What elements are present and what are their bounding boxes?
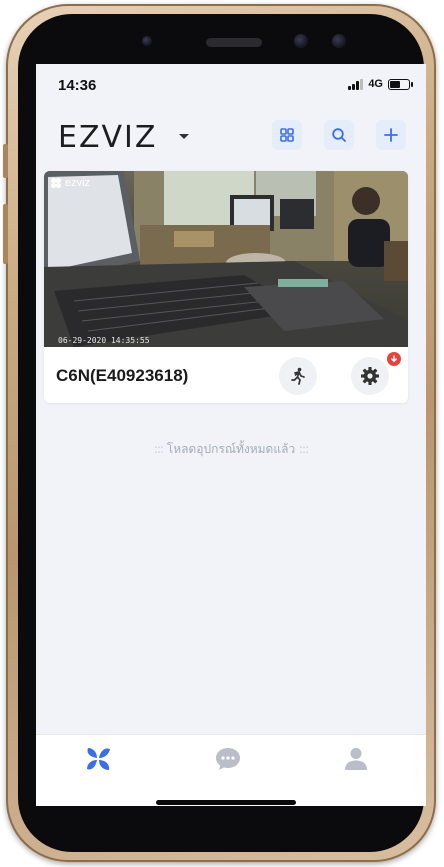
side-button	[3, 144, 8, 178]
signal-icon	[348, 78, 364, 90]
motion-detect-button[interactable]	[279, 357, 317, 395]
ezviz-brand-icon	[50, 177, 62, 189]
tab-messages[interactable]	[208, 743, 248, 775]
decor-dots: :::	[153, 442, 164, 456]
search-icon	[332, 128, 346, 142]
front-sensor	[142, 36, 152, 46]
message-bubble-icon	[216, 748, 240, 770]
status-icons: 4G	[348, 78, 413, 90]
grid-view-icon	[280, 128, 294, 142]
ezviz-logo[interactable]: EZVIZ	[58, 120, 157, 155]
camera-snapshot-image	[44, 171, 408, 347]
grid-view-button[interactable]	[272, 120, 302, 150]
device-settings-button[interactable]	[351, 357, 389, 395]
camera-preview[interactable]: ezviz 06-29-2020 14:35:55	[44, 171, 408, 347]
add-device-button[interactable]	[376, 120, 406, 150]
bottom-tab-bar	[36, 734, 426, 806]
settings-gear-icon	[361, 367, 379, 385]
user-profile-icon	[345, 748, 367, 770]
all-devices-loaded-text: โหลดอุปกรณ์ทั้งหมดแล้ว	[166, 442, 296, 456]
status-bar: 14:36 4G	[36, 64, 426, 104]
front-camera	[294, 34, 308, 48]
side-button	[3, 204, 8, 264]
device-card[interactable]: ezviz 06-29-2020 14:35:55 C6N(E40923618)	[44, 171, 408, 403]
tab-profile[interactable]	[336, 743, 376, 775]
status-time: 14:36	[58, 77, 97, 94]
tab-home[interactable]	[78, 743, 118, 775]
preview-watermark: ezviz	[50, 177, 90, 189]
chevron-down-icon[interactable]	[179, 134, 189, 139]
preview-watermark-text: ezviz	[65, 177, 91, 189]
add-icon	[384, 128, 398, 142]
network-type: 4G	[368, 78, 383, 90]
all-devices-loaded-note: ::: โหลดอุปกรณ์ทั้งหมดแล้ว :::	[36, 440, 426, 459]
preview-timestamp: 06-29-2020 14:35:55	[58, 336, 150, 345]
decor-dots: :::	[299, 442, 309, 456]
home-indicator[interactable]	[156, 800, 296, 805]
arrow-down-icon	[391, 355, 397, 363]
update-available-badge	[387, 352, 401, 366]
search-button[interactable]	[324, 120, 354, 150]
battery-icon	[388, 78, 413, 90]
earpiece-speaker	[206, 38, 262, 47]
motion-detect-icon	[291, 367, 305, 385]
app-screen: 14:36 4G EZVIZ ezviz 06-29-2020 14:35:55…	[36, 64, 426, 806]
device-name[interactable]: C6N(E40923618)	[56, 366, 188, 386]
app-header: EZVIZ	[36, 116, 426, 156]
front-camera-secondary	[332, 34, 346, 48]
ezviz-home-icon	[87, 748, 110, 770]
